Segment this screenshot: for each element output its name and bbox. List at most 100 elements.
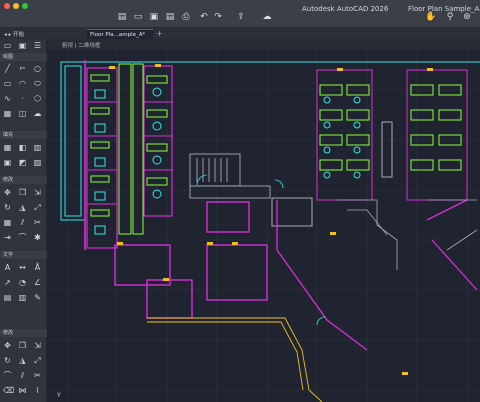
table-icon[interactable]: ▦	[3, 143, 12, 152]
rotate-2-icon[interactable]: ↻	[3, 356, 12, 365]
explode-icon[interactable]: ✱	[33, 233, 42, 242]
trim-2-icon[interactable]: ✂	[33, 371, 42, 380]
zoom-icon[interactable]: ⚲	[445, 12, 455, 22]
section-modify[interactable]: 修改	[0, 176, 47, 184]
polyline-icon[interactable]: ⌐	[18, 64, 27, 73]
print-icon[interactable]: ⎙	[181, 12, 191, 22]
new-file-icon[interactable]: ▤	[117, 12, 127, 22]
section-draw[interactable]: 绘图	[0, 53, 47, 61]
structure-outline	[337, 199, 478, 270]
workstation-cluster-right	[316, 69, 468, 201]
section-hatch[interactable]: 填充	[0, 131, 47, 139]
circle-icon[interactable]: ○	[33, 64, 42, 73]
start-arrow-icon: ◂ ▸	[4, 32, 14, 38]
palette-layout-icon[interactable]: ▭	[3, 41, 12, 50]
offset-icon[interactable]: ⫽	[18, 218, 27, 227]
dimension-icon[interactable]: ↔	[18, 263, 27, 272]
gradient-icon[interactable]: ▥	[33, 143, 42, 152]
markup-icon[interactable]: ✎	[33, 293, 42, 302]
wipeout-icon[interactable]: ◩	[18, 158, 27, 167]
table-style-icon[interactable]: ▤	[3, 293, 12, 302]
pan-hand-icon[interactable]: ✋	[425, 12, 436, 22]
fillet-2-icon[interactable]: ⌒	[3, 371, 12, 380]
new-tab-button[interactable]: +	[156, 29, 163, 38]
boundary-icon[interactable]: ▣	[3, 158, 12, 167]
image-icon[interactable]: ▨	[33, 158, 42, 167]
rotate-icon[interactable]: ↻	[3, 203, 12, 212]
section-label: 文字	[3, 252, 14, 258]
section-label: 修改	[3, 177, 14, 183]
offset-2-icon[interactable]: ⫽	[18, 371, 27, 380]
section-label: 绘图	[3, 54, 14, 60]
erase-icon[interactable]: ⌫	[3, 386, 14, 395]
ellipse-icon[interactable]: ⬭	[33, 79, 42, 88]
scale-icon[interactable]: ⤢	[33, 203, 42, 212]
minimize-window-button[interactable]	[13, 3, 19, 9]
copy-icon[interactable]: ❐	[18, 188, 27, 197]
stretch-icon[interactable]: ⇲	[33, 188, 42, 197]
mirror-icon[interactable]: ◮	[18, 203, 27, 212]
app-title: Autodesk AutoCAD 2026	[302, 5, 389, 13]
cloud-icon[interactable]: ☁	[262, 12, 272, 22]
curtain-wall	[60, 61, 86, 221]
section-label: 修改	[3, 330, 14, 336]
close-window-button[interactable]	[4, 3, 10, 9]
office-column-mid	[143, 65, 173, 217]
mirror-2-icon[interactable]: ◮	[18, 356, 27, 365]
floor-plan-drawing	[47, 50, 480, 402]
arc-icon[interactable]: ◠	[18, 79, 27, 88]
share-icon[interactable]: ⇪	[236, 12, 246, 22]
block-icon[interactable]: ◧	[18, 143, 27, 152]
region-icon[interactable]: ◫	[18, 109, 27, 118]
angle-dim-icon[interactable]: ∠	[33, 278, 42, 287]
zoom-window-button[interactable]	[22, 3, 28, 9]
mtext-icon[interactable]: A	[3, 263, 12, 272]
revcloud-icon[interactable]: ☁	[33, 109, 42, 118]
scale-2-icon[interactable]: ⤢	[33, 356, 42, 365]
trim-icon[interactable]: ✂	[33, 218, 42, 227]
point-icon[interactable]: ⋅	[18, 94, 27, 103]
file-tab[interactable]: Floor Pla...ample_A*	[87, 29, 153, 39]
open-folder-icon[interactable]: ▭	[133, 12, 143, 22]
redo-icon[interactable]: ↷	[213, 12, 223, 22]
section-label: 填充	[3, 132, 14, 138]
room-tags	[109, 64, 433, 375]
move-icon[interactable]: ✥	[3, 188, 12, 197]
grid-lines	[47, 50, 480, 402]
save-as-icon[interactable]: ▤	[165, 12, 175, 22]
viewport-controls[interactable]: 俯视 | 二维线框	[62, 41, 100, 49]
undo-icon[interactable]: ↶	[199, 12, 209, 22]
drawing-canvas[interactable]	[47, 50, 480, 402]
office-column-left	[86, 67, 118, 249]
tab-bar	[0, 28, 480, 39]
field-icon[interactable]: ▥	[18, 293, 27, 302]
leader-icon[interactable]: ↗	[3, 278, 12, 287]
line-icon[interactable]: ╱	[3, 64, 12, 73]
move-2-icon[interactable]: ✥	[3, 341, 12, 350]
polygon-icon[interactable]: ⬡	[33, 94, 42, 103]
start-tab[interactable]: ◂ ▸ 开始	[4, 30, 24, 39]
radius-dim-icon[interactable]: ◔	[18, 278, 27, 287]
orbit-icon[interactable]: ⊛	[462, 12, 472, 22]
section-text[interactable]: 文字	[0, 251, 47, 259]
palette-panel-icon[interactable]: ▣	[18, 41, 27, 50]
array-icon[interactable]: ▦	[3, 218, 12, 227]
copy-2-icon[interactable]: ❐	[18, 341, 27, 350]
hatch-icon[interactable]: ▦	[3, 109, 12, 118]
section-modify-2[interactable]: 修改	[0, 329, 47, 337]
stretch-2-icon[interactable]: ⇲	[33, 341, 42, 350]
spline-icon[interactable]: ∿	[3, 94, 12, 103]
tool-palette: ▭ ▣ ☰ 绘图 ╱ ⌐ ○ ▭ ◠ ⬭ ∿ ⋅ ⬡ ▦ ◫ ☁ 填充 ▦ ◧ …	[0, 39, 47, 402]
palette-grid-icon[interactable]: ☰	[33, 41, 42, 50]
join-icon[interactable]: ⋈	[18, 386, 27, 395]
start-tab-label: 开始	[13, 32, 25, 38]
text-style-icon[interactable]: Å	[33, 263, 42, 272]
break-icon[interactable]: ⌇	[33, 386, 42, 395]
rectangle-icon[interactable]: ▭	[3, 79, 12, 88]
fillet-icon[interactable]: ⌒	[18, 233, 27, 242]
ucs-icon: Y	[57, 392, 61, 399]
extend-icon[interactable]: ⇥	[3, 233, 12, 242]
viewport-header	[47, 39, 480, 50]
workstation-cluster-left	[118, 63, 144, 235]
save-icon[interactable]: ▣	[149, 12, 159, 22]
